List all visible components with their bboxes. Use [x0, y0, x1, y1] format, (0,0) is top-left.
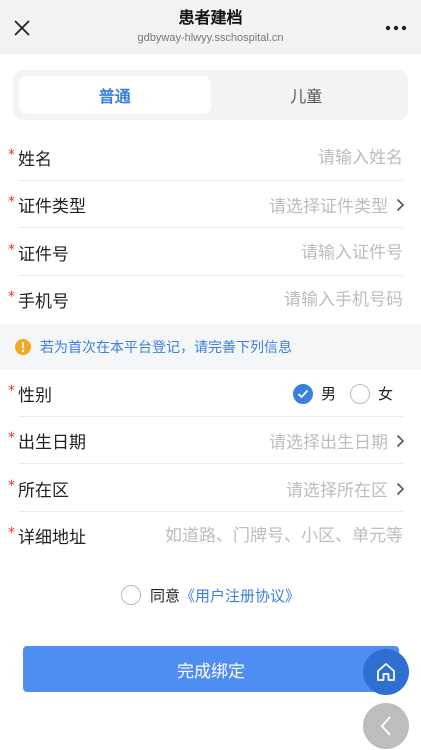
more-button[interactable]: [381, 14, 411, 42]
gender-label-text: 性别: [18, 386, 52, 406]
name-label-text: 姓名: [18, 150, 52, 170]
phone-input[interactable]: [143, 284, 403, 315]
phone-label-text: 手机号: [18, 292, 69, 312]
agreement-prefix: 同意: [149, 586, 180, 605]
address-label: * 详细地址: [8, 523, 86, 549]
back-floating-button[interactable]: [363, 703, 409, 749]
required-mark: *: [8, 146, 15, 163]
complete-binding-button[interactable]: 完成绑定: [23, 646, 399, 692]
required-mark: *: [8, 193, 15, 210]
required-mark: *: [8, 477, 15, 494]
gender-row: * 性别 男 女: [0, 370, 421, 417]
region-row[interactable]: * 所在区 请选择所在区: [0, 465, 421, 512]
phone-row: * 手机号: [0, 276, 421, 323]
gender-label: * 性别: [8, 381, 52, 407]
more-icon: [385, 25, 407, 31]
radio-checked-icon: [292, 383, 313, 404]
page-title: 患者建档: [178, 8, 243, 27]
required-mark: *: [8, 288, 15, 305]
region-placeholder: 请选择所在区: [286, 481, 388, 501]
close-button[interactable]: [8, 14, 36, 42]
name-input[interactable]: [143, 142, 403, 173]
title-block: 患者建档 gdbyway-hlwyy.sschospital.cn: [138, 8, 284, 46]
gender-option-male[interactable]: 男: [292, 383, 336, 404]
name-row: * 姓名: [0, 134, 421, 181]
id-type-row[interactable]: * 证件类型 请选择证件类型: [0, 181, 421, 228]
birth-date-selector[interactable]: 请选择出生日期: [269, 428, 405, 453]
agreement-row: 同意 《用户注册协议》: [0, 582, 421, 608]
id-type-selector[interactable]: 请选择证件类型: [269, 192, 405, 217]
info-icon: [15, 339, 31, 355]
id-number-label: * 证件号: [8, 240, 69, 266]
radio-unchecked-icon: [349, 383, 370, 404]
id-type-label-text: 证件类型: [18, 197, 86, 217]
tab-child[interactable]: 儿童: [211, 76, 403, 114]
birth-date-label: * 出生日期: [8, 428, 86, 454]
required-mark: *: [8, 382, 15, 399]
info-notice: 若为首次在本平台登记，请完善下列信息: [0, 324, 421, 370]
chevron-right-icon: [396, 434, 405, 448]
chevron-left-icon: [380, 716, 391, 736]
birth-date-placeholder: 请选择出生日期: [269, 433, 388, 453]
name-label: * 姓名: [8, 145, 52, 171]
row-divider: [18, 463, 403, 464]
id-type-placeholder: 请选择证件类型: [269, 197, 388, 217]
home-icon: [377, 663, 395, 681]
gender-male-label: 男: [320, 385, 336, 403]
patient-type-tabs: 普通 儿童: [13, 70, 408, 120]
close-icon: [14, 20, 30, 36]
tab-normal[interactable]: 普通: [19, 76, 211, 114]
birth-date-label-text: 出生日期: [18, 433, 86, 453]
gender-female-label: 女: [377, 385, 393, 403]
region-label-text: 所在区: [18, 481, 69, 501]
address-input[interactable]: [123, 520, 403, 551]
region-label: * 所在区: [8, 476, 69, 502]
chevron-right-icon: [396, 482, 405, 496]
region-selector[interactable]: 请选择所在区: [286, 476, 405, 501]
phone-label: * 手机号: [8, 287, 69, 313]
agreement-checkbox[interactable]: [120, 585, 141, 605]
id-type-label: * 证件类型: [8, 192, 86, 218]
required-mark: *: [8, 429, 15, 446]
id-number-input[interactable]: [143, 237, 403, 268]
home-floating-button[interactable]: [363, 649, 409, 695]
required-mark: *: [8, 241, 15, 258]
agreement-link[interactable]: 《用户注册协议》: [180, 585, 300, 606]
id-number-row: * 证件号: [0, 229, 421, 276]
id-number-label-text: 证件号: [18, 245, 69, 265]
address-row: * 详细地址: [0, 512, 421, 559]
title-bar: 患者建档 gdbyway-hlwyy.sschospital.cn: [0, 0, 421, 54]
birth-date-row[interactable]: * 出生日期 请选择出生日期: [0, 417, 421, 464]
address-label-text: 详细地址: [18, 528, 86, 548]
notice-text: 若为首次在本平台登记，请完善下列信息: [40, 340, 292, 356]
gender-radio-group: 男 女: [279, 383, 393, 404]
required-mark: *: [8, 524, 15, 541]
chevron-right-icon: [396, 198, 405, 212]
gender-option-female[interactable]: 女: [349, 383, 393, 404]
row-divider: [18, 227, 403, 228]
page-url: gdbyway-hlwyy.sschospital.cn: [137, 32, 284, 44]
